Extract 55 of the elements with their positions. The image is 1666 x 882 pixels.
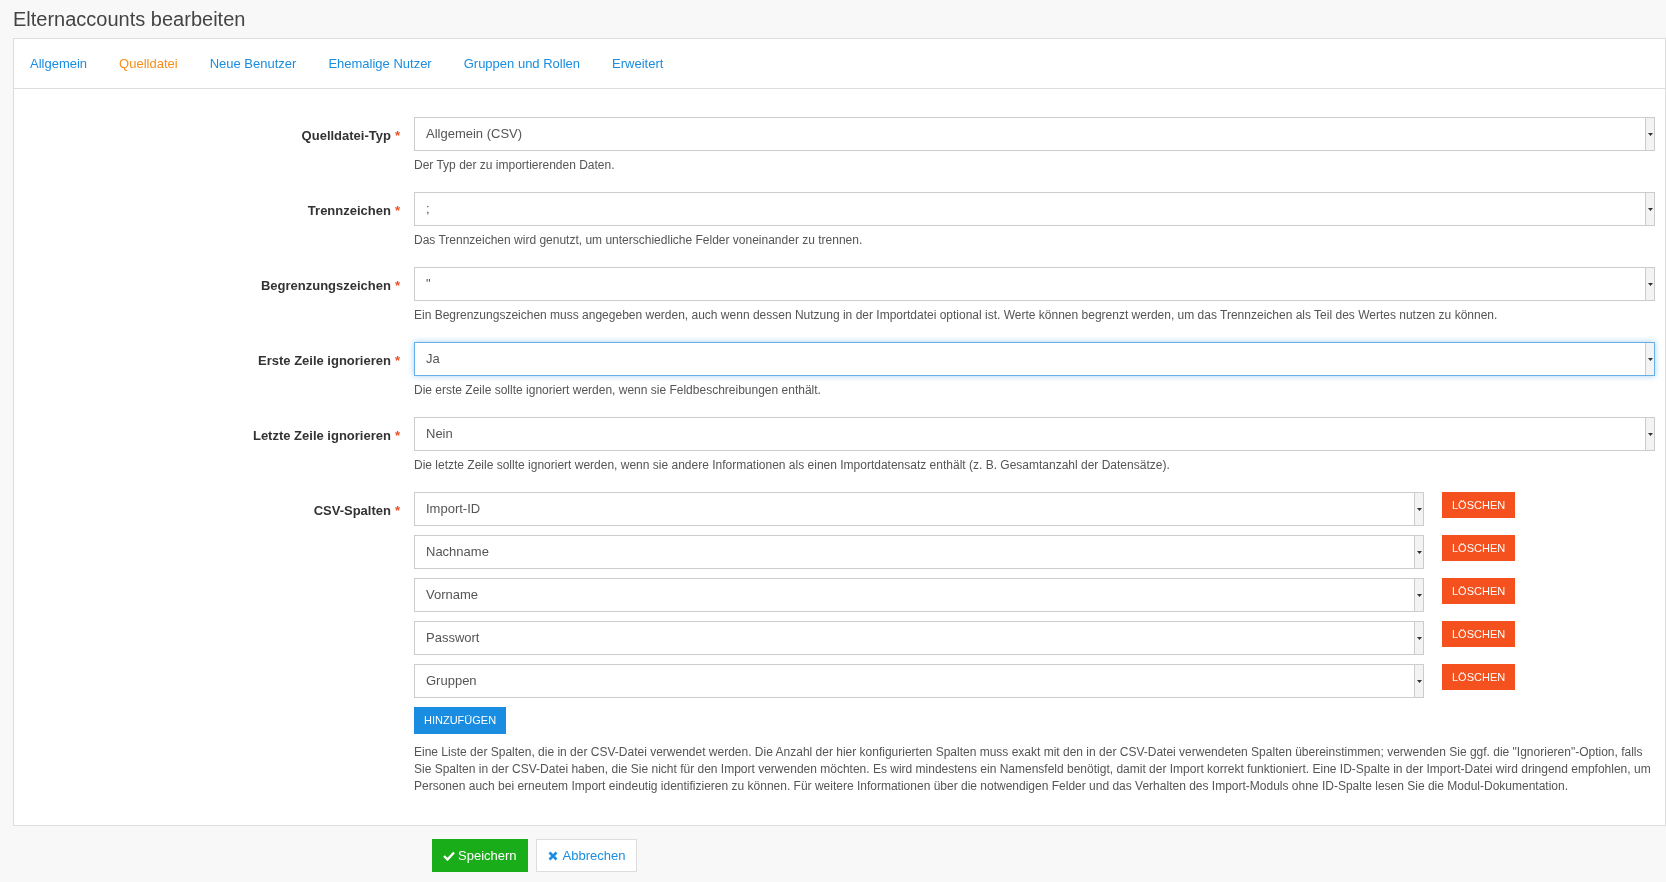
caret-icon: [1647, 432, 1653, 436]
help-text: Die erste Zeile sollte ignoriert werden, wenn sie Feldbeschreibungen enthält.: [414, 382, 822, 398]
help-text: Das Trennzeichen wird genutzt, um unterschiedliche Felder voneinander zu trennen.: [414, 232, 864, 248]
delete-button[interactable]: LÖSCHEN: [1442, 492, 1516, 518]
help-text: Ein Begrenzungszeichen muss angegeben werden, auch wenn dessen Nutzung in der Importdatei optional ist. Werte können begrenzt werden, um das Trennzeichen als Teil des Wertes nutzen zu können.: [414, 307, 1499, 323]
delete-button[interactable]: LÖSCHEN: [1442, 578, 1516, 604]
field-label: Erste Zeile ignorieren: [258, 352, 391, 370]
required-mark: *: [394, 502, 400, 520]
cancel-button[interactable]: Abbrechen: [535, 839, 638, 872]
checkmark-icon: [443, 850, 455, 861]
delete-button[interactable]: LÖSCHEN: [1442, 535, 1516, 561]
delete-button[interactable]: LÖSCHEN: [1442, 664, 1516, 690]
dropdown-field[interactable]: Allgemein (CSV): [414, 117, 1655, 151]
page-title: Elternaccounts bearbeiten: [13, 7, 246, 32]
delete-button[interactable]: LÖSCHEN: [1442, 621, 1516, 647]
tab[interactable]: Erweitert: [612, 53, 664, 74]
dropdown-field[interactable]: ;: [414, 192, 1655, 226]
tab[interactable]: Ehemalige Nutzer: [328, 53, 432, 74]
dropdown-field[interactable]: Nachname: [414, 535, 1424, 569]
tab[interactable]: Neue Benutzer: [209, 53, 297, 74]
required-mark: *: [394, 202, 400, 220]
caret-icon: [1416, 593, 1422, 597]
caret-icon: [1647, 207, 1653, 211]
help-text: Die letzte Zeile sollte ignoriert werden, wenn sie andere Informationen als einen Importdatensatz enthält (z. B. Gesamtanzahl der Datensätze).: [414, 457, 1171, 473]
tab[interactable]: Gruppen und Rollen: [463, 53, 581, 74]
dropdown-field[interactable]: Passwort: [414, 621, 1424, 655]
tab[interactable]: Quelldatei: [119, 53, 178, 74]
required-mark: *: [394, 127, 400, 145]
required-mark: *: [394, 427, 400, 445]
caret-icon: [1647, 357, 1653, 361]
dropdown-field[interactable]: Ja: [414, 342, 1655, 376]
dropdown-field[interactable]: Nein: [414, 417, 1655, 451]
dropdown-field[interactable]: Import-ID: [414, 492, 1424, 526]
field-label: Quelldatei-Typ: [301, 127, 391, 145]
caret-icon: [1647, 282, 1653, 286]
caret-icon: [1416, 679, 1422, 683]
tab[interactable]: Allgemein: [30, 53, 88, 74]
caret-icon: [1416, 550, 1422, 554]
help-text: Der Typ der zu importierenden Daten.: [414, 157, 616, 173]
save-button[interactable]: Speichern: [432, 839, 528, 872]
field-label: Letzte Zeile ignorieren: [252, 427, 391, 445]
help-text: Eine Liste der Spalten, die in der CSV-Datei verwendet werden. Die Anzahl der hier konfigurierten Spalten muss exakt mit den in der CSV-Datei verwendeten Spalten übereinstimmen; verwenden Sie ggf. die "Ignorieren"-Option, falls Sie Spalten in der CSV-Datei haben, die Sie nicht für den Import verwenden möchten. Es wird mindestens ein Namensfeld benötigt, damit der Import korrekt funktioniert. Eine ID-Spalte in der Import-Datei wird dringend empfohlen, um Personen auch bei erneutem Import eindeutig identifizieren zu können. Für weitere Informationen über die notwendigen Felder und das Verhalten des Import-Moduls ohne ID-Spalte lesen Sie die Modul-Dokumentation.: [414, 744, 1652, 795]
caret-icon: [1416, 636, 1422, 640]
required-mark: *: [394, 352, 400, 370]
close-icon: [547, 850, 558, 861]
add-button[interactable]: HINZUFÜGEN: [414, 707, 507, 734]
field-label: Begrenzungszeichen: [260, 277, 391, 295]
required-mark: *: [394, 277, 400, 295]
caret-icon: [1647, 132, 1653, 136]
dropdown-field[interactable]: ": [414, 267, 1655, 301]
dropdown-field[interactable]: Vorname: [414, 578, 1424, 612]
caret-icon: [1416, 507, 1422, 511]
dropdown-field[interactable]: Gruppen: [414, 664, 1424, 698]
field-label: CSV-Spalten: [313, 502, 391, 520]
field-label: Trennzeichen: [307, 202, 391, 220]
